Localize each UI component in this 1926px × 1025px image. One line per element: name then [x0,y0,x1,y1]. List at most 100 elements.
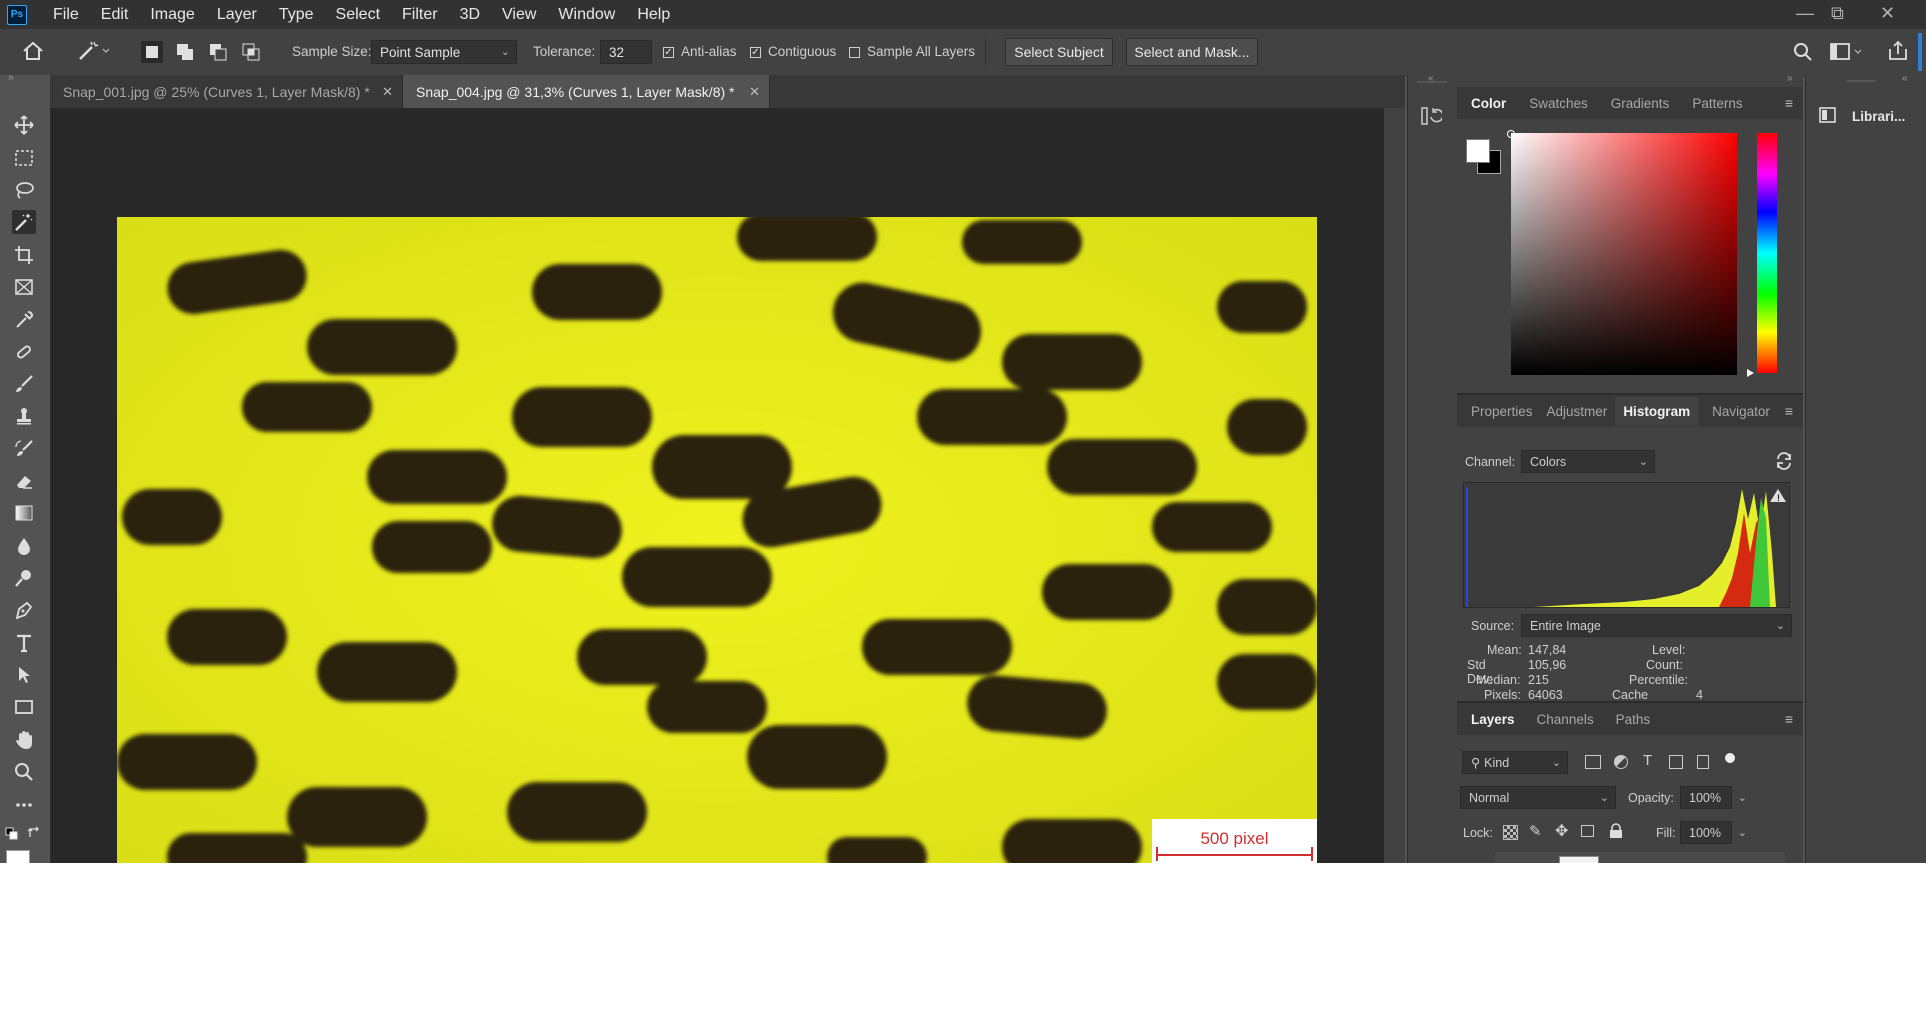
libraries-icon[interactable] [1818,105,1838,128]
foreground-swatch[interactable] [1466,139,1490,163]
magic-wand-tool-icon[interactable] [12,210,36,234]
default-colors-icon[interactable] [5,827,19,844]
menu-filter[interactable]: Filter [402,6,438,24]
share-icon[interactable] [1887,40,1909,65]
tab-properties[interactable]: Properties [1471,404,1533,419]
opacity-input[interactable]: 100% ⌄ [1680,786,1747,809]
close-icon[interactable]: ✕ [382,84,393,100]
fill-input[interactable]: 100% ⌄ [1680,821,1747,844]
gradient-tool-icon[interactable] [12,501,36,525]
home-icon[interactable] [22,41,44,64]
hue-slider[interactable] [1757,133,1777,373]
new-selection-icon[interactable] [141,41,163,63]
document-image[interactable]: 500 pixel [117,217,1317,863]
tab-snap-004[interactable]: Snap_004.jpg @ 31,3% (Curves 1, Layer Ma… [403,75,770,108]
tab-snap-001[interactable]: Snap_001.jpg @ 25% (Curves 1, Layer Mask… [50,75,403,108]
magic-wand-preset-icon[interactable] [77,40,111,65]
more-tools-icon[interactable] [12,793,36,817]
subtract-selection-icon[interactable] [207,41,229,63]
panel-menu-icon[interactable]: ≡ [1785,403,1793,419]
menu-help[interactable]: Help [637,6,670,24]
move-tool-icon[interactable] [12,113,36,137]
path-selection-tool-icon[interactable] [12,663,36,687]
pen-tool-icon[interactable] [12,598,36,622]
lock-all-icon[interactable] [1609,823,1623,842]
rectangle-tool-icon[interactable] [12,695,36,719]
smart-object-filter-icon[interactable] [1697,755,1709,769]
intersect-selection-icon[interactable] [240,41,262,63]
refresh-icon[interactable] [1774,451,1794,474]
pixel-layer-filter-icon[interactable] [1585,755,1601,769]
tab-channels[interactable]: Channels [1537,712,1594,727]
filter-toggle-icon[interactable] [1725,753,1735,763]
blend-mode-select[interactable]: Normal ⌄ [1460,786,1616,809]
select-and-mask-button[interactable]: Select and Mask... [1126,38,1258,66]
sample-size-select[interactable]: Point Sample ⌄ [371,40,517,64]
minimize-button[interactable]: — [1796,3,1814,24]
shape-layer-filter-icon[interactable] [1669,755,1683,769]
layer-filter-kind-select[interactable]: ⚲ Kind ⌄ [1462,751,1568,774]
crop-tool-icon[interactable] [12,243,36,267]
hue-slider-handle[interactable] [1747,369,1754,377]
zoom-tool-icon[interactable] [12,760,36,784]
history-panel-icon[interactable] [1420,105,1444,130]
channel-select[interactable]: Colors ⌄ [1521,450,1655,473]
color-field[interactable] [1511,133,1737,375]
restore-button[interactable]: ⧉ [1831,3,1844,24]
add-selection-icon[interactable] [174,41,196,63]
contiguous-checkbox[interactable]: ✓ [750,47,761,58]
panel-menu-icon[interactable]: ≡ [1785,711,1793,727]
tab-color[interactable]: Color [1471,96,1506,111]
close-window-button[interactable]: ✕ [1880,3,1895,24]
menu-3d[interactable]: 3D [460,6,480,24]
tab-adjustments[interactable]: Adjustmer [1547,404,1608,419]
vertical-scrollbar[interactable] [1384,108,1405,863]
blur-tool-icon[interactable] [12,534,36,558]
chevron-down-icon[interactable]: ⌄ [1738,825,1747,838]
tab-swatches[interactable]: Swatches [1529,96,1588,111]
menu-window[interactable]: Window [558,6,615,24]
swap-colors-icon[interactable] [27,826,41,843]
menu-file[interactable]: File [53,6,79,24]
adjustment-layer-filter-icon[interactable] [1614,755,1628,769]
tab-patterns[interactable]: Patterns [1692,96,1742,111]
lock-artboard-icon[interactable] [1581,825,1594,837]
healing-brush-tool-icon[interactable] [12,340,36,364]
source-select[interactable]: Entire Image ⌄ [1521,614,1792,637]
tab-paths[interactable]: Paths [1616,712,1651,727]
search-icon[interactable] [1793,42,1813,65]
brush-tool-icon[interactable] [12,372,36,396]
dodge-tool-icon[interactable] [12,566,36,590]
eraser-tool-icon[interactable] [12,469,36,493]
color-picker-handle[interactable] [1507,130,1515,138]
frame-tool-icon[interactable] [12,275,36,299]
eyedropper-tool-icon[interactable] [12,308,36,332]
collapse-toolbar-icon[interactable]: » [8,72,14,83]
panel-menu-icon[interactable]: ≡ [1785,95,1793,111]
lasso-tool-icon[interactable] [12,178,36,202]
layer-row[interactable] [1495,852,1785,863]
marquee-tool-icon[interactable] [12,146,36,170]
tab-navigator[interactable]: Navigator [1712,404,1770,419]
select-subject-button[interactable]: Select Subject [1005,38,1113,66]
sample-all-layers-checkbox[interactable] [849,47,860,58]
anti-alias-checkbox[interactable]: ✓ [663,47,674,58]
close-icon[interactable]: ✕ [749,84,760,100]
tab-histogram[interactable]: Histogram [1615,396,1699,426]
history-brush-tool-icon[interactable] [12,437,36,461]
tab-gradients[interactable]: Gradients [1611,96,1670,111]
chevron-down-icon[interactable]: ⌄ [1738,790,1747,803]
lock-transparency-icon[interactable] [1503,825,1518,840]
menu-type[interactable]: Type [279,6,314,24]
collapse-dock-icon[interactable]: » [1787,73,1793,84]
menu-edit[interactable]: Edit [101,6,129,24]
hand-tool-icon[interactable] [12,728,36,752]
clone-stamp-tool-icon[interactable] [12,404,36,428]
type-tool-icon[interactable] [12,631,36,655]
foreground-color-swatch[interactable] [6,850,30,863]
tab-layers[interactable]: Layers [1471,712,1515,727]
type-layer-filter-icon[interactable]: T [1643,752,1652,769]
menu-view[interactable]: View [502,6,536,24]
menu-image[interactable]: Image [150,6,194,24]
expand-libraries-icon[interactable]: « [1902,73,1908,84]
